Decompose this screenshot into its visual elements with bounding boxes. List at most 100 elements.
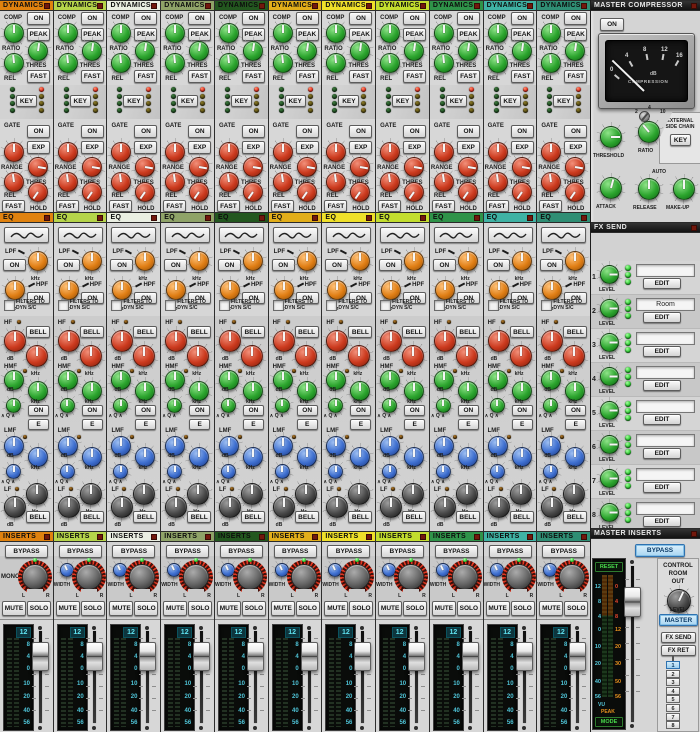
channel-fader[interactable]: [193, 642, 210, 671]
gate-thres-knob[interactable]: [131, 153, 159, 181]
eq-curve-button[interactable]: [58, 227, 103, 243]
lpf-freq-knob[interactable]: [185, 247, 213, 275]
gate-fast-button[interactable]: FAST: [163, 200, 186, 212]
comp-thres-knob[interactable]: [24, 37, 52, 65]
eq-curve-button[interactable]: [273, 227, 318, 243]
mute-button[interactable]: MUTE: [432, 601, 456, 616]
insert-bypass-button[interactable]: BYPASS: [435, 545, 478, 558]
fx-return-button-2[interactable]: 2: [666, 670, 680, 678]
mf-e-button[interactable]: E: [404, 419, 425, 430]
gate-thres-knob[interactable]: [561, 153, 589, 181]
key-button[interactable]: KEY: [123, 95, 144, 107]
eq-curve-button[interactable]: [488, 227, 533, 243]
filters-to-dyn-checkbox[interactable]: [4, 300, 15, 311]
lpf-freq-knob[interactable]: [508, 247, 536, 275]
master-attack-knob[interactable]: [596, 173, 626, 203]
lf-bell-button[interactable]: BELL: [510, 511, 534, 523]
solo-button[interactable]: SOLO: [564, 601, 588, 616]
mute-button[interactable]: MUTE: [324, 601, 348, 616]
lpf-freq-knob[interactable]: [239, 247, 267, 275]
eq-curve-button[interactable]: [4, 227, 49, 243]
fx-send-level-knob[interactable]: [596, 397, 623, 424]
gate-on-button[interactable]: ON: [27, 125, 50, 138]
gate-hold-knob[interactable]: [508, 178, 536, 206]
mf-on-button[interactable]: ON: [512, 405, 533, 416]
lf-bell-button[interactable]: BELL: [80, 511, 104, 523]
filters-to-dyn-checkbox[interactable]: [273, 300, 284, 311]
mf-e-button[interactable]: E: [565, 419, 586, 430]
comp-release-knob[interactable]: [322, 49, 350, 77]
mf-on-button[interactable]: ON: [82, 405, 103, 416]
comp-thres-knob[interactable]: [185, 37, 213, 65]
mf-on-button[interactable]: ON: [243, 405, 264, 416]
channel-fader[interactable]: [516, 642, 533, 671]
insert-bypass-button[interactable]: BYPASS: [5, 545, 48, 558]
fx-send-edit-button[interactable]: EDIT: [643, 482, 681, 493]
pan-knob[interactable]: [72, 560, 106, 594]
insert-bypass-button[interactable]: BYPASS: [327, 545, 370, 558]
gate-fast-button[interactable]: FAST: [378, 200, 401, 212]
gate-hold-knob[interactable]: [239, 178, 267, 206]
meter-mode-button[interactable]: MODE: [595, 717, 623, 727]
fx-send-level-knob[interactable]: [596, 295, 623, 322]
key-button[interactable]: KEY: [177, 95, 198, 107]
lf-bell-button[interactable]: BELL: [26, 511, 50, 523]
gate-fast-button[interactable]: FAST: [271, 200, 294, 212]
comp-fast-button[interactable]: FAST: [81, 70, 104, 83]
gate-fast-button[interactable]: FAST: [2, 200, 25, 212]
pan-knob[interactable]: [233, 560, 267, 594]
lpf-on-button[interactable]: ON: [218, 259, 241, 271]
comp-release-knob[interactable]: [376, 49, 404, 77]
channel-fader[interactable]: [32, 642, 49, 671]
master-fader[interactable]: [624, 587, 641, 617]
comp-release-knob[interactable]: [484, 49, 512, 77]
gate-thres-knob[interactable]: [346, 153, 374, 181]
gate-on-button[interactable]: ON: [403, 125, 426, 138]
pan-knob[interactable]: [394, 560, 428, 594]
master-threshold-knob[interactable]: [596, 122, 626, 152]
comp-thres-knob[interactable]: [454, 37, 482, 65]
insert-bypass-button[interactable]: BYPASS: [166, 545, 209, 558]
fx-send-edit-button[interactable]: EDIT: [643, 448, 681, 459]
fx-send-name-field[interactable]: [636, 264, 695, 277]
gate-on-button[interactable]: ON: [511, 125, 534, 138]
comp-fast-button[interactable]: FAST: [134, 70, 157, 83]
solo-button[interactable]: SOLO: [134, 601, 158, 616]
fx-return-button-8[interactable]: 8: [666, 721, 680, 729]
comp-on-button[interactable]: ON: [403, 12, 426, 25]
filters-to-dyn-checkbox[interactable]: [58, 300, 69, 311]
mute-button[interactable]: MUTE: [271, 601, 295, 616]
control-room-master-button[interactable]: MASTER: [659, 614, 698, 626]
insert-bypass-button[interactable]: BYPASS: [274, 545, 317, 558]
fx-send-name-field[interactable]: Room: [636, 298, 695, 311]
lf-bell-button[interactable]: BELL: [241, 511, 265, 523]
pan-knob[interactable]: [502, 560, 536, 594]
lf-bell-button[interactable]: BELL: [456, 511, 480, 523]
key-button[interactable]: KEY: [446, 95, 467, 107]
mf-on-button[interactable]: ON: [28, 405, 49, 416]
gate-thres-knob[interactable]: [239, 153, 267, 181]
lpf-freq-knob[interactable]: [400, 247, 428, 275]
fx-send-edit-button[interactable]: EDIT: [643, 312, 681, 323]
gate-hold-knob[interactable]: [185, 178, 213, 206]
comp-release-knob[interactable]: [107, 49, 135, 77]
comp-on-button[interactable]: ON: [349, 12, 372, 25]
control-room-fx-send-button[interactable]: FX SEND: [661, 632, 696, 643]
gate-thres-knob[interactable]: [78, 153, 106, 181]
mf-on-button[interactable]: ON: [404, 405, 425, 416]
comp-thres-knob[interactable]: [508, 37, 536, 65]
comp-on-button[interactable]: ON: [242, 12, 265, 25]
gate-fast-button[interactable]: FAST: [486, 200, 509, 212]
pan-knob[interactable]: [555, 560, 589, 594]
mute-button[interactable]: MUTE: [2, 601, 26, 616]
lpf-on-button[interactable]: ON: [57, 259, 80, 271]
gate-fast-button[interactable]: FAST: [109, 200, 132, 212]
lpf-on-button[interactable]: ON: [325, 259, 348, 271]
comp-release-knob[interactable]: [54, 49, 82, 77]
master-inserts-bypass-button[interactable]: BYPASS: [635, 544, 685, 557]
comp-fast-button[interactable]: FAST: [188, 70, 211, 83]
key-button[interactable]: KEY: [338, 95, 359, 107]
lf-bell-button[interactable]: BELL: [187, 511, 211, 523]
comp-on-button[interactable]: ON: [296, 12, 319, 25]
pan-knob[interactable]: [340, 560, 374, 594]
